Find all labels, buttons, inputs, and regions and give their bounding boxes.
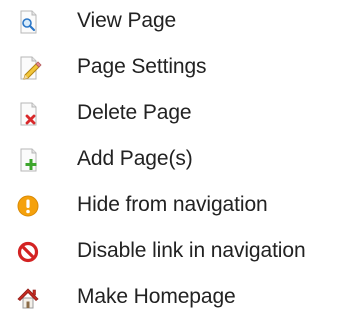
menu-item-make-homepage[interactable]: Make Homepage (0, 276, 353, 320)
page-settings-icon (14, 54, 42, 82)
menu-item-disable-link[interactable]: Disable link in navigation (0, 230, 353, 274)
menu-item-label: Add Page(s) (77, 147, 193, 170)
menu-item-label: View Page (77, 9, 177, 32)
view-page-icon (14, 8, 42, 36)
page-actions-menu: View Page Page Settings Delete Page Add … (0, 0, 353, 326)
hide-warning-icon (14, 192, 42, 220)
menu-item-label: Make Homepage (77, 285, 236, 308)
menu-item-label: Page Settings (77, 55, 207, 78)
menu-item-delete-page[interactable]: Delete Page (0, 92, 353, 136)
menu-item-hide-from-navigation[interactable]: Hide from navigation (0, 184, 353, 228)
disable-link-icon (14, 238, 42, 266)
home-icon (14, 284, 42, 312)
menu-item-label: Delete Page (77, 101, 192, 124)
menu-item-page-settings[interactable]: Page Settings (0, 46, 353, 90)
menu-item-label: Disable link in navigation (77, 239, 306, 262)
delete-page-icon (14, 100, 42, 128)
menu-item-view-page[interactable]: View Page (0, 0, 353, 44)
add-page-icon (14, 146, 42, 174)
menu-item-add-pages[interactable]: Add Page(s) (0, 138, 353, 182)
menu-item-label: Hide from navigation (77, 193, 268, 216)
